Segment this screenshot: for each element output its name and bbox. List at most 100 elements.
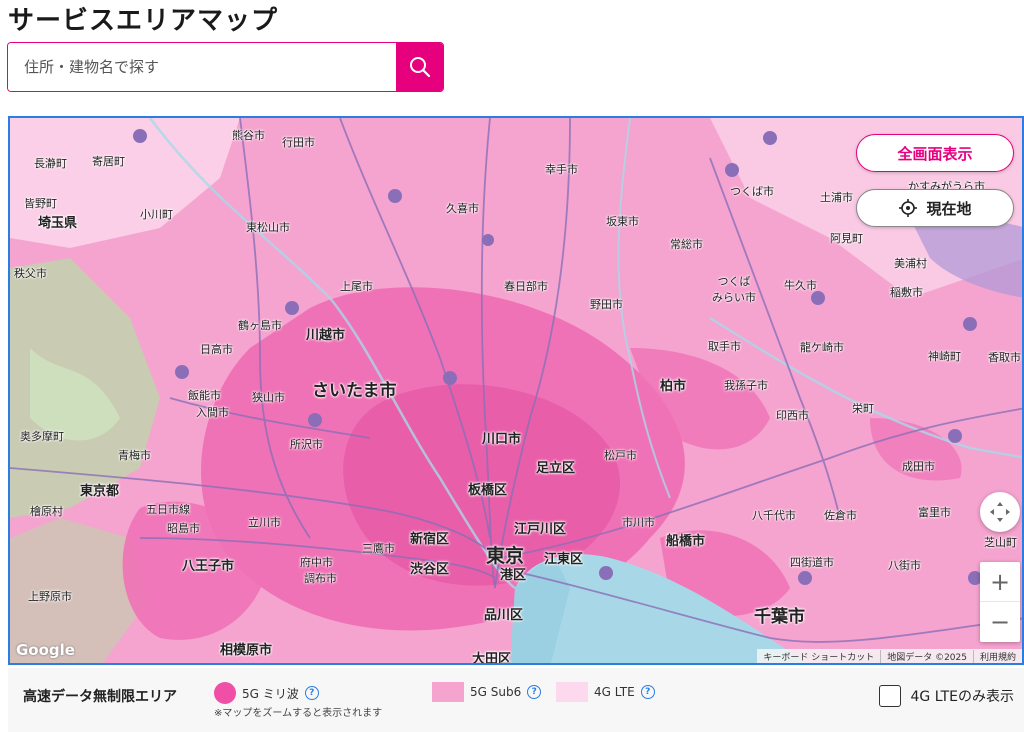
- place-label: 柏市: [660, 379, 687, 394]
- place-label: 奥多摩町: [20, 430, 64, 443]
- place-label: 幸手市: [545, 163, 578, 176]
- place-label: 立川市: [248, 516, 281, 529]
- place-label: 上尾市: [340, 280, 373, 293]
- place-label: 松戸市: [604, 449, 637, 462]
- legend-note: ※マップをズームすると表示されます: [214, 708, 383, 719]
- place-label: 上野原市: [28, 590, 72, 603]
- place-label: 龍ケ崎市: [800, 341, 844, 354]
- place-label: 大田区: [472, 652, 512, 665]
- place-label: 芝山町: [984, 536, 1017, 549]
- fullscreen-button[interactable]: 全画面表示: [856, 134, 1014, 172]
- legend-bar: 高速データ無制限エリア 5G ミリ波 ? ※マップをズームすると表示されます 5…: [8, 668, 1024, 732]
- place-label: 青梅市: [118, 449, 151, 462]
- place-label: 土浦市: [820, 191, 853, 204]
- place-label: 江戸川区: [514, 522, 567, 537]
- legend-label: 4G LTE: [594, 685, 635, 699]
- place-label: 調布市: [304, 572, 337, 585]
- place-label: 日高市: [200, 343, 233, 356]
- current-location-label: 現在地: [926, 199, 972, 218]
- map-data-text: 地図データ ©2025: [880, 649, 973, 663]
- place-label: 所沢市: [290, 438, 323, 451]
- place-label: 港区: [500, 568, 527, 583]
- mmwave-swatch: [214, 682, 236, 704]
- place-label: 坂東市: [606, 215, 639, 228]
- place-label: 相模原市: [220, 643, 273, 658]
- place-label: 牛久市: [784, 279, 817, 292]
- legend-title: 高速データ無制限エリア: [23, 689, 177, 705]
- page-title: サービスエリアマップ: [8, 6, 279, 36]
- place-label: つくば みらい市: [712, 275, 756, 304]
- place-label: 香取市: [988, 351, 1021, 364]
- place-label: 小川町: [140, 208, 173, 221]
- place-label: 我孫子市: [724, 379, 768, 392]
- place-label: 行田市: [282, 136, 315, 149]
- search-input[interactable]: [8, 43, 396, 91]
- zoom-out-button[interactable]: −: [980, 602, 1020, 642]
- place-label: 秩父市: [14, 267, 47, 280]
- place-label: 四街道市: [790, 556, 834, 569]
- place-label: 昭島市: [167, 522, 200, 535]
- place-label: さいたま市: [312, 381, 397, 401]
- place-label: 市川市: [622, 516, 655, 529]
- place-label: 東松山市: [246, 221, 290, 234]
- place-label: 美浦村: [894, 257, 927, 270]
- map-attribution: キーボード ショートカット 地図データ ©2025 利用規約: [757, 649, 1022, 663]
- place-label: 久喜市: [446, 202, 479, 215]
- place-label: 川越市: [306, 328, 346, 343]
- place-label: 野田市: [590, 298, 623, 311]
- place-label: 八王子市: [182, 559, 235, 574]
- place-label: 三鷹市: [362, 542, 395, 555]
- camera-control-button[interactable]: [980, 492, 1020, 532]
- place-label: 埼玉県: [38, 216, 78, 231]
- place-label: 神崎町: [928, 350, 961, 363]
- place-label: 栄町: [852, 402, 874, 415]
- place-label: 飯能市: [188, 389, 221, 402]
- zoom-in-button[interactable]: +: [980, 562, 1020, 602]
- place-label: 江東区: [544, 552, 584, 567]
- help-icon[interactable]: ?: [640, 685, 655, 699]
- place-label: 取手市: [708, 340, 741, 353]
- place-label: 足立区: [536, 461, 576, 476]
- place-label: 府中市: [300, 556, 333, 569]
- crosshair-icon: [899, 199, 918, 217]
- place-label: 千葉市: [754, 607, 805, 627]
- place-label: 板橋区: [468, 483, 508, 498]
- place-label: 寄居町: [92, 155, 125, 168]
- place-label: つくば市: [730, 185, 774, 198]
- legend-label: 5G ミリ波: [242, 686, 299, 701]
- help-icon[interactable]: ?: [527, 685, 542, 699]
- terms-link[interactable]: 利用規約: [972, 649, 1022, 663]
- place-label: 長瀞町: [34, 157, 67, 170]
- place-label: 狭山市: [252, 391, 285, 404]
- current-location-button[interactable]: 現在地: [856, 189, 1014, 227]
- place-label: 東京都: [80, 484, 120, 499]
- place-label: 熊谷市: [232, 129, 265, 142]
- place-label: 八街市: [888, 559, 921, 572]
- place-label: 成田市: [902, 460, 935, 473]
- place-label: 新宿区: [410, 532, 450, 547]
- place-label: 稲敷市: [890, 286, 923, 299]
- place-label: 船橋市: [666, 534, 706, 549]
- lte-only-toggle[interactable]: 4G LTEのみ表示: [878, 685, 1014, 707]
- place-label: 渋谷区: [410, 562, 450, 577]
- place-label: 八千代市: [752, 509, 796, 522]
- place-label: 常総市: [670, 238, 703, 251]
- place-label: 檜原村: [30, 505, 63, 518]
- place-label: 富里市: [918, 506, 951, 519]
- lte-only-checkbox[interactable]: [878, 685, 901, 707]
- coverage-map[interactable]: 熊谷市 行田市 長瀞町 寄居町 皆野町 埼玉県 小川町 東松山市 秩父市 鶴ヶ島…: [8, 116, 1024, 665]
- place-label: 春日部市: [504, 280, 548, 293]
- legend-item-lte: 4G LTE ?: [556, 682, 655, 702]
- legend-item-sub6: 5G Sub6 ?: [432, 682, 542, 702]
- help-icon[interactable]: ?: [304, 686, 319, 700]
- lte-only-label: 4G LTEのみ表示: [910, 689, 1014, 705]
- sub6-swatch: [432, 682, 464, 702]
- search-button[interactable]: [396, 43, 443, 91]
- place-label: 入間市: [196, 406, 229, 419]
- search-icon: [409, 57, 430, 78]
- keyboard-shortcuts-link[interactable]: キーボード ショートカット: [757, 650, 880, 663]
- place-label: 印西市: [776, 409, 809, 422]
- place-label: 皆野町: [24, 197, 57, 210]
- place-label: 川口市: [482, 432, 522, 447]
- place-label: 阿見町: [830, 232, 863, 245]
